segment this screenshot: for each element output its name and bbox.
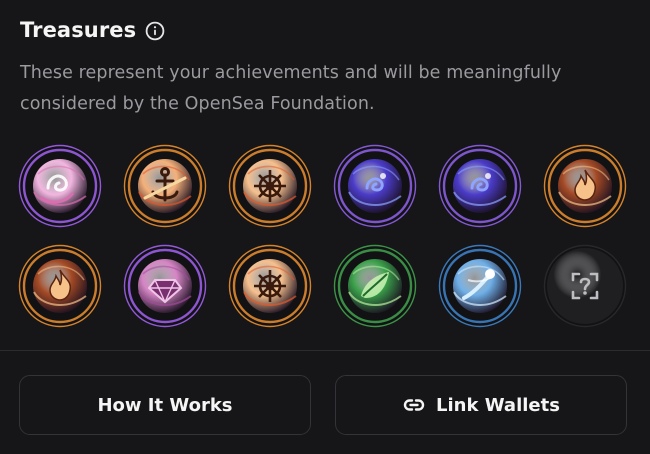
info-circle-icon[interactable] [145,21,165,41]
ship-wheel-treasure-2-icon [228,244,312,328]
action-buttons: How It Works Link Wallets [19,375,627,435]
how-it-works-button[interactable]: How It Works [19,375,311,435]
ship-wheel-treasure-badge[interactable] [228,144,312,228]
indigo-vortex-treasure-badge[interactable] [333,144,417,228]
anchor-treasure-icon [123,144,207,228]
indigo-vortex-treasure-2-icon [438,144,522,228]
treasures-description: These represent your achievements and wi… [20,63,562,114]
locked-mystery-treasure-badge[interactable] [543,244,627,328]
link-wallets-label: Link Wallets [436,394,560,416]
gem-treasure-icon [123,244,207,328]
gem-treasure-badge[interactable] [123,244,207,328]
flame-treasure-icon [543,144,627,228]
blue-orb-treasure-icon [438,244,522,328]
anchor-treasure-badge[interactable] [123,144,207,228]
link-icon [402,393,426,417]
indigo-vortex-treasure-2-badge[interactable] [438,144,522,228]
green-orb-treasure-icon [333,244,417,328]
pink-swirl-treasure-badge[interactable] [18,144,102,228]
how-it-works-label: How It Works [97,394,233,416]
treasures-panel: Treasures These represent your achieveme… [0,0,650,454]
ship-wheel-treasure-icon [228,144,312,228]
locked-mystery-treasure-icon [543,244,627,328]
flame-treasure-2-icon [18,244,102,328]
indigo-vortex-treasure-icon [333,144,417,228]
treasure-badge-grid [18,144,627,328]
blue-orb-treasure-badge[interactable] [438,244,522,328]
flame-treasure-2-badge[interactable] [18,244,102,328]
treasures-header: Treasures [20,20,165,41]
treasures-title: Treasures [20,18,137,42]
link-wallets-button[interactable]: Link Wallets [335,375,627,435]
ship-wheel-treasure-2-badge[interactable] [228,244,312,328]
flame-treasure-badge[interactable] [543,144,627,228]
section-divider [0,350,650,351]
green-orb-treasure-badge[interactable] [333,244,417,328]
pink-swirl-treasure-icon [18,144,102,228]
